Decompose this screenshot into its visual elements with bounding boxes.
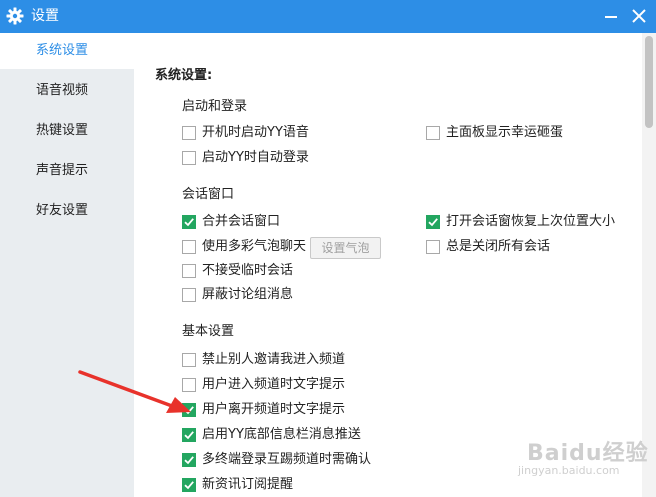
sidebar-item-label: 声音提示 (36, 163, 89, 178)
checkbox[interactable] (182, 264, 196, 278)
option-label: 不接受临时会话 (202, 263, 294, 278)
sidebar-item-hotkeys[interactable]: 热键设置 (0, 113, 134, 149)
option-label: 启动YY时自动登录 (202, 150, 309, 165)
checkbox[interactable] (182, 151, 196, 165)
checkbox[interactable] (426, 240, 440, 254)
option-label: 屏蔽讨论组消息 (202, 287, 294, 302)
set-bubble-button[interactable]: 设置气泡 (310, 237, 381, 259)
checkbox[interactable] (182, 403, 196, 417)
checkbox[interactable] (426, 215, 440, 229)
option-label: 总是关闭所有会话 (446, 239, 551, 254)
option-label: 主面板显示幸运砸蛋 (446, 125, 564, 140)
sidebar-item-label: 热键设置 (36, 123, 89, 138)
group-title-startup: 启动和登录 (182, 99, 248, 114)
checkbox[interactable] (426, 126, 440, 140)
settings-panel: 系统设置: 启动和登录 开机时启动YY语音 主面板显示幸运砸蛋 启动YY时自动登… (134, 33, 642, 497)
option-label: 启用YY底部信息栏消息推送 (202, 427, 361, 442)
sidebar-item-label: 好友设置 (36, 203, 89, 218)
option-label: 用户离开频道时文字提示 (202, 402, 346, 417)
option-label: 新资讯订阅提醒 (202, 477, 294, 492)
option-label: 合并会话窗口 (202, 214, 281, 229)
checkbox[interactable] (182, 378, 196, 392)
sidebar-item-label: 系统设置 (36, 43, 89, 58)
gear-icon (6, 7, 24, 25)
baidu-watermark: Baidu经验 jingyan.baidu.com (500, 432, 650, 492)
checkbox[interactable] (182, 453, 196, 467)
checkbox[interactable] (182, 478, 196, 492)
option-label: 禁止别人邀请我进入频道 (202, 352, 346, 367)
sidebar-item-label: 语音视频 (36, 83, 89, 98)
title-bar: 设置 (0, 0, 656, 33)
minimize-icon[interactable] (600, 6, 622, 26)
option-label: 多终端登录互踢频道时需确认 (202, 452, 372, 467)
sidebar-item-friends[interactable]: 好友设置 (0, 193, 134, 229)
group-title-basic: 基本设置 (182, 324, 235, 339)
scrollbar-thumb[interactable] (645, 36, 653, 128)
section-title: 系统设置: (155, 68, 213, 83)
watermark-sub: jingyan.baidu.com (518, 464, 620, 477)
checkbox[interactable] (182, 428, 196, 442)
watermark-text: Baidu经验 (527, 441, 649, 466)
sidebar-item-sound-alerts[interactable]: 声音提示 (0, 153, 134, 189)
checkbox[interactable] (182, 288, 196, 302)
close-icon[interactable] (628, 6, 650, 26)
checkbox[interactable] (182, 215, 196, 229)
scrollbar[interactable] (642, 33, 656, 497)
checkbox[interactable] (182, 353, 196, 367)
checkbox[interactable] (182, 126, 196, 140)
option-label: 用户进入频道时文字提示 (202, 377, 346, 392)
sidebar-item-voice-video[interactable]: 语音视频 (0, 73, 134, 109)
sidebar: 系统设置 语音视频 热键设置 声音提示 好友设置 (0, 33, 134, 497)
window-title: 设置 (31, 8, 59, 24)
option-label: 开机时启动YY语音 (202, 125, 309, 140)
option-label: 使用多彩气泡聊天 (202, 239, 307, 254)
checkbox[interactable] (182, 240, 196, 254)
sidebar-item-system-settings[interactable]: 系统设置 (0, 33, 134, 69)
option-label: 打开会话窗恢复上次位置大小 (446, 214, 616, 229)
group-title-chat-window: 会话窗口 (182, 187, 235, 202)
